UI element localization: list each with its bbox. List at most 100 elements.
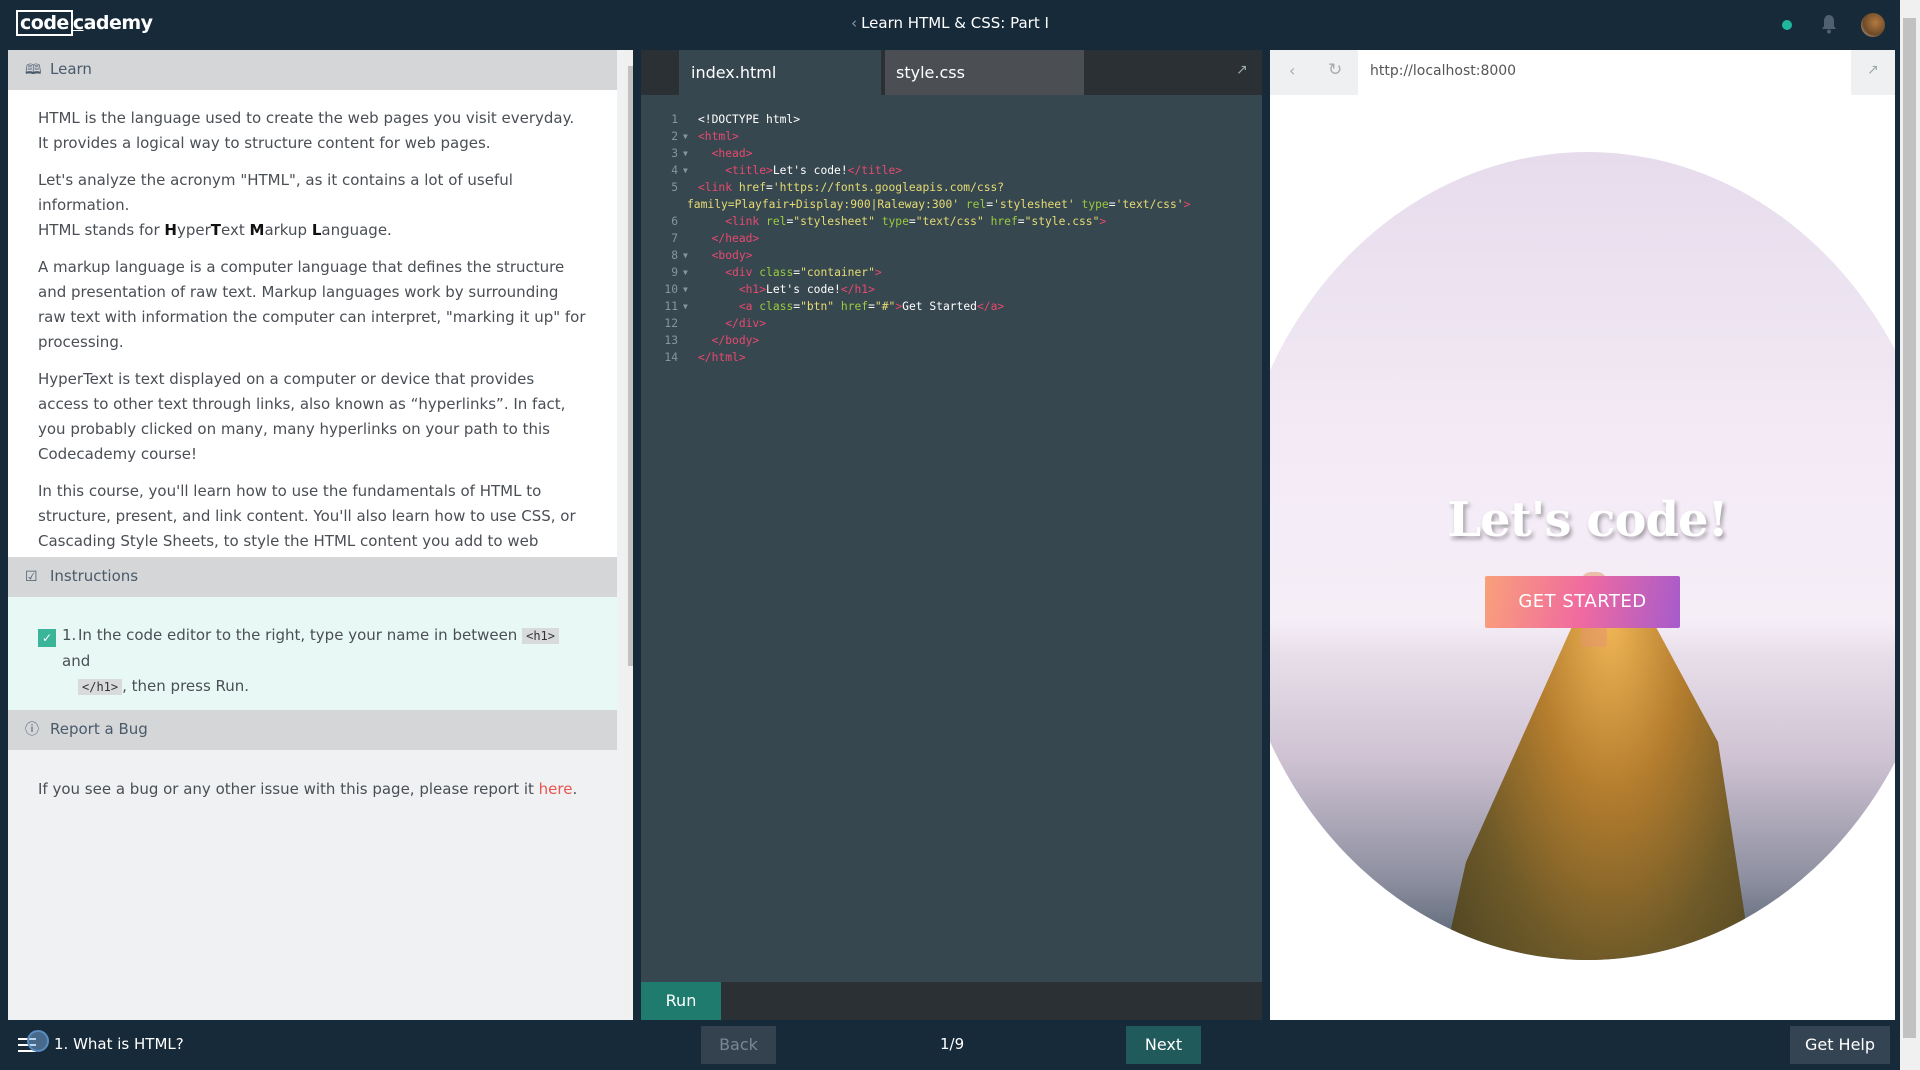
code-text: <div class="container"> bbox=[725, 266, 882, 279]
code-text: </html> bbox=[698, 351, 746, 364]
fold-arrow-icon[interactable]: ▼ bbox=[683, 281, 688, 298]
learn-content: HTML is the language used to create the … bbox=[8, 90, 617, 612]
code-line[interactable]: 12 </div> bbox=[641, 315, 1262, 332]
learn-section-header[interactable]: 🕮 Learn bbox=[8, 50, 617, 90]
code-line[interactable]: 8 ▼ <body> bbox=[641, 247, 1262, 264]
lesson-title[interactable]: 1. What is HTML? bbox=[54, 1035, 184, 1053]
task-complete-checkbox[interactable]: ✓ bbox=[38, 629, 56, 647]
hero-heading: Let's code! bbox=[1447, 492, 1728, 548]
line-number: 9 bbox=[671, 266, 678, 279]
instructions-label: Instructions bbox=[50, 567, 139, 585]
instructions-section-header[interactable]: ☑ Instructions bbox=[8, 557, 617, 597]
scrollbar-thumb[interactable] bbox=[628, 66, 633, 666]
bell-icon[interactable] bbox=[1820, 14, 1838, 34]
fold-arrow-icon[interactable]: ▼ bbox=[683, 128, 688, 145]
code-text: <!DOCTYPE html> bbox=[698, 113, 801, 126]
fold-arrow-icon[interactable]: ▼ bbox=[683, 162, 688, 179]
top-bar: code cademy ‹ Learn HTML & CSS: Part I bbox=[0, 0, 1900, 50]
course-title-link[interactable]: ‹ Learn HTML & CSS: Part I bbox=[0, 14, 1900, 32]
code-line[interactable]: 11 ▼ <a class="btn" href="#">Get Started<… bbox=[641, 298, 1262, 315]
code-line[interactable]: 13 </body> bbox=[641, 332, 1262, 349]
line-number: 1 bbox=[671, 113, 678, 126]
learn-paragraph: A markup language is a computer language… bbox=[38, 258, 586, 351]
learn-label: Learn bbox=[50, 60, 92, 78]
code-line[interactable]: 1 <!DOCTYPE html> bbox=[641, 111, 1262, 128]
line-number: 2 bbox=[671, 130, 678, 143]
back-icon[interactable]: ‹ bbox=[1289, 61, 1295, 80]
fold-arrow-icon[interactable]: ▼ bbox=[683, 247, 688, 264]
page-indicator: 1/9 bbox=[940, 1035, 965, 1053]
lesson-scrollbar[interactable] bbox=[625, 50, 633, 1020]
user-avatar[interactable] bbox=[1861, 13, 1885, 37]
tab-style-css[interactable]: style.css bbox=[885, 50, 1084, 95]
fold-arrow-icon[interactable]: ▼ bbox=[683, 264, 688, 281]
code-area[interactable]: 1 <!DOCTYPE html> 2 ▼ <html> 3 ▼ <head> 4 ▼ <tit… bbox=[641, 111, 1262, 366]
code-line[interactable]: 2 ▼ <html> bbox=[641, 128, 1262, 145]
learn-paragraph: HTML is the language used to create the … bbox=[38, 109, 575, 152]
report-bug-link[interactable]: here bbox=[539, 780, 573, 798]
fullscreen-button[interactable]: ↗ bbox=[1851, 50, 1895, 95]
browser-nav: ‹ ↻ bbox=[1270, 50, 1358, 95]
checkbox-icon: ☑ bbox=[25, 569, 38, 585]
line-number: 12 bbox=[664, 317, 678, 330]
run-bar: Run bbox=[641, 982, 1262, 1020]
report-bug-label: Report a Bug bbox=[50, 720, 148, 738]
run-button[interactable]: Run bbox=[641, 982, 721, 1020]
progress-ring bbox=[27, 1030, 49, 1052]
page-scrollbar[interactable] bbox=[1900, 0, 1920, 1070]
code-line[interactable]: 4 ▼ <title>Let's code!</title> bbox=[641, 162, 1262, 179]
scrollbar-thumb[interactable] bbox=[1903, 18, 1916, 1038]
expand-icon: ↗ bbox=[1867, 62, 1879, 78]
code-text: </div> bbox=[725, 317, 767, 330]
editor-tabs: index.html style.css ↗ bbox=[641, 50, 1262, 95]
code-line[interactable]: 6 <link rel="stylesheet" type="text/css"… bbox=[641, 213, 1262, 230]
reload-icon[interactable]: ↻ bbox=[1328, 60, 1342, 80]
acronym-letter: M bbox=[249, 221, 265, 239]
course-title: Learn HTML & CSS: Part I bbox=[861, 14, 1049, 32]
line-number: 11 bbox=[664, 300, 678, 313]
code-text: <h1>Let's code!</h1> bbox=[738, 283, 875, 296]
code-text: <link rel="stylesheet" type="text/css" h… bbox=[725, 215, 1107, 228]
fold-arrow-icon[interactable]: ▼ bbox=[683, 145, 688, 162]
chevron-left-icon: ‹ bbox=[851, 14, 858, 32]
bug-report-text: If you see a bug or any other issue with… bbox=[38, 780, 578, 798]
acronym-letter: H bbox=[164, 221, 177, 239]
code-text: <head> bbox=[711, 147, 753, 160]
bottom-bar: 1. What is HTML? Back 1/9 Next Get Help bbox=[0, 1020, 1900, 1070]
acronym-letter: L bbox=[311, 221, 322, 239]
tab-index-html[interactable]: index.html bbox=[679, 50, 881, 95]
code-text: <link href='https://fonts.googleapis.com… bbox=[698, 181, 1005, 194]
fold-arrow-icon[interactable]: ▼ bbox=[683, 298, 688, 315]
book-icon: 🕮 bbox=[25, 62, 42, 78]
code-snippet: <h1> bbox=[522, 628, 559, 644]
get-started-button[interactable]: GET STARTED bbox=[1485, 576, 1680, 628]
help-circle-icon: ⓘ bbox=[25, 722, 39, 738]
get-help-button[interactable]: Get Help bbox=[1790, 1026, 1890, 1064]
code-line[interactable]: 5 <link href='https://fonts.googleapis.c… bbox=[641, 179, 1262, 213]
code-line[interactable]: 14 </html> bbox=[641, 349, 1262, 366]
code-text: <html> bbox=[698, 130, 739, 143]
code-text-wrapped: family=Playfair+Display:900|Raleway:300'… bbox=[687, 198, 1191, 211]
code-editor: index.html style.css ↗ 1 <!DOCTYPE html> 2… bbox=[641, 50, 1262, 1020]
acronym-letter: T bbox=[210, 221, 221, 239]
lesson-panel: 🕮 Learn HTML is the language used to cre… bbox=[8, 50, 633, 1020]
expand-icon[interactable]: ↗ bbox=[1236, 62, 1248, 78]
code-text: <a class="btn" href="#">Get Started</a> bbox=[738, 300, 1005, 313]
line-number: 7 bbox=[671, 232, 678, 245]
line-number: 13 bbox=[664, 334, 678, 347]
report-bug-section-header[interactable]: ⓘ Report a Bug bbox=[8, 710, 617, 750]
browser-preview: ‹ ↻ http://localhost:8000 ↗ Let's code! … bbox=[1270, 50, 1895, 1020]
line-number: 3 bbox=[671, 147, 678, 160]
code-snippet: </h1> bbox=[78, 679, 123, 695]
url-bar[interactable]: http://localhost:8000 bbox=[1370, 63, 1516, 79]
next-button[interactable]: Next bbox=[1126, 1026, 1201, 1064]
back-button[interactable]: Back bbox=[701, 1026, 776, 1064]
line-number: 4 bbox=[671, 164, 678, 177]
code-text: </head> bbox=[711, 232, 760, 245]
code-line[interactable]: 9 ▼ <div class="container"> bbox=[641, 264, 1262, 281]
instructions-content: ✓ 1. In the code editor to the right, typ… bbox=[8, 597, 617, 710]
code-line[interactable]: 10 ▼ <h1>Let's code!</h1> bbox=[641, 281, 1262, 298]
code-line[interactable]: 7 </head> bbox=[641, 230, 1262, 247]
code-line[interactable]: 3 ▼ <head> bbox=[641, 145, 1262, 162]
code-text: <title>Let's code!</title> bbox=[725, 164, 903, 177]
